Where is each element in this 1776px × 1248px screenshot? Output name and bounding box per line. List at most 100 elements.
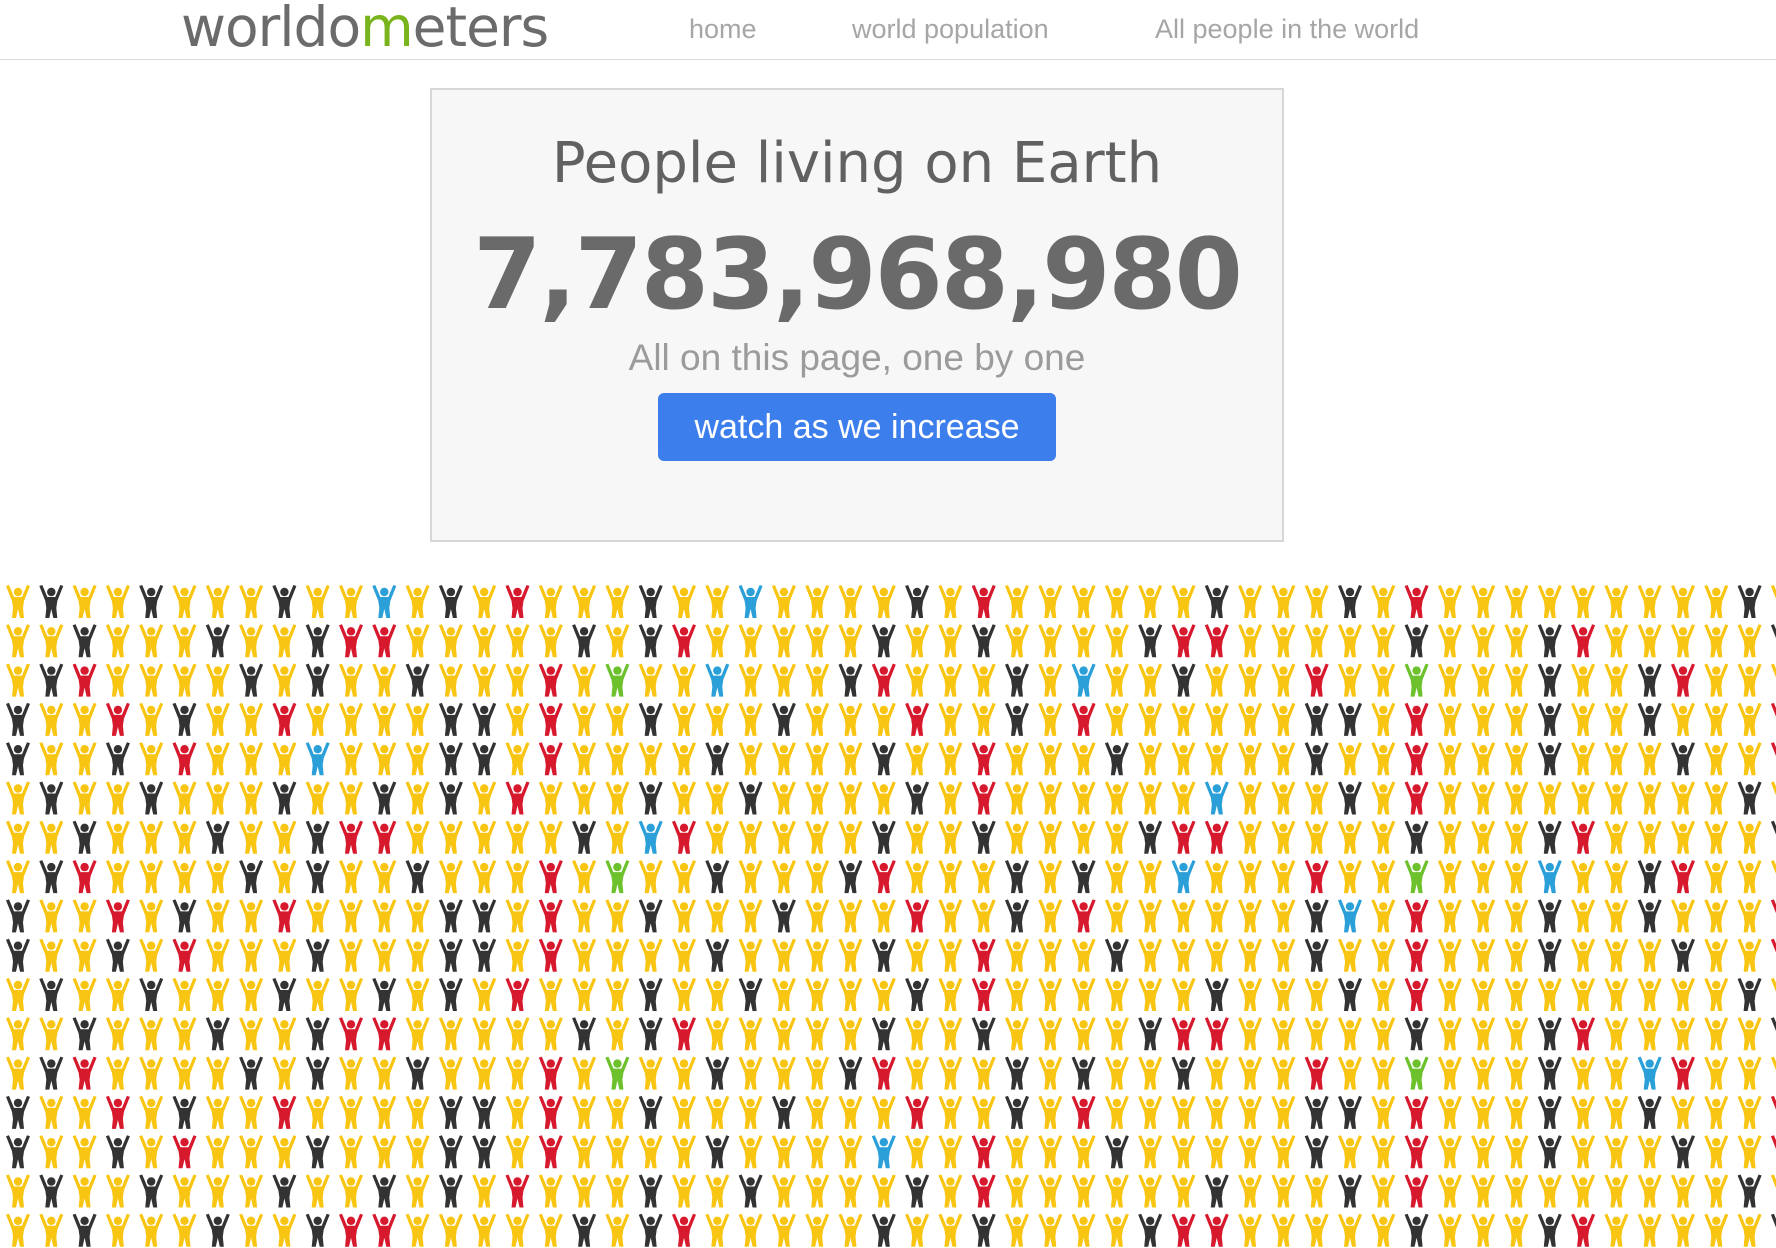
person-arms-raised-icon [1471, 1095, 1496, 1129]
person-arms-raised-icon [572, 1135, 597, 1169]
person-arms-raised-icon [1504, 663, 1529, 697]
person-arms-raised-icon [1104, 585, 1129, 618]
person-arms-raised-icon [1071, 624, 1096, 658]
nav-home-link[interactable]: home [689, 13, 757, 45]
person-arms-raised-icon [1404, 938, 1429, 972]
person-arms-raised-icon [1338, 781, 1362, 815]
person-arms-raised-icon [1704, 1017, 1729, 1051]
person-arms-raised-icon [6, 1056, 30, 1090]
person-arms-raised-icon [1504, 820, 1529, 854]
person-arms-raised-icon [1471, 742, 1496, 776]
person-arms-raised-icon [1571, 1095, 1596, 1129]
person-arms-raised-icon [1238, 585, 1263, 618]
person-arms-raised-icon [1537, 1135, 1562, 1169]
person-arms-raised-icon [705, 1095, 730, 1129]
person-arms-raised-icon [139, 1095, 164, 1129]
person-arms-raised-icon [105, 624, 130, 658]
person-arms-raised-icon [1437, 624, 1462, 658]
person-arms-raised-icon [1671, 1056, 1695, 1090]
person-arms-raised-icon [1504, 978, 1529, 1011]
person-arms-raised-icon [971, 1056, 996, 1090]
person-arms-raised-icon [1238, 1017, 1263, 1051]
person-arms-raised-icon [738, 1213, 763, 1247]
person-arms-raised-icon [971, 899, 996, 933]
person-arms-raised-icon [1437, 1017, 1462, 1051]
worldometers-logo[interactable]: worldometers [181, 0, 550, 62]
person-arms-raised-icon [1271, 1135, 1296, 1169]
person-arms-raised-icon [6, 702, 30, 736]
person-arms-raised-icon [272, 702, 297, 736]
person-arms-raised-icon [205, 585, 230, 618]
person-arms-raised-icon [1138, 1095, 1163, 1129]
person-arms-raised-icon [272, 1213, 297, 1247]
person-arms-raised-icon [39, 938, 64, 972]
person-arms-raised-icon [6, 624, 30, 658]
person-arms-raised-icon [1304, 742, 1329, 776]
person-arms-raised-icon [272, 1095, 297, 1129]
watch-increase-button[interactable]: watch as we increase [658, 393, 1056, 461]
person-arms-raised-icon [938, 938, 963, 972]
person-arms-raised-icon [1571, 938, 1596, 972]
person-arms-raised-icon [771, 1056, 796, 1090]
person-arms-raised-icon [139, 938, 164, 972]
person-arms-raised-icon [805, 702, 830, 736]
person-arms-raised-icon [1104, 781, 1129, 815]
person-arms-raised-icon [272, 663, 297, 697]
person-arms-raised-icon [538, 742, 563, 776]
person-arms-raised-icon [6, 742, 30, 776]
person-arms-raised-icon [905, 820, 930, 854]
person-arms-raised-icon [72, 938, 97, 972]
person-arms-raised-icon [938, 742, 963, 776]
person-arms-raised-icon [838, 860, 863, 894]
person-arms-raised-icon [1604, 938, 1629, 972]
person-arms-raised-icon [1338, 938, 1362, 972]
person-arms-raised-icon [1437, 938, 1462, 972]
person-arms-raised-icon [1737, 1056, 1762, 1090]
person-arms-raised-icon [505, 938, 530, 972]
person-arms-raised-icon [438, 1213, 463, 1247]
person-arms-raised-icon [372, 1213, 397, 1247]
person-arms-raised-icon [1537, 624, 1562, 658]
person-arms-raised-icon [672, 1135, 696, 1169]
person-arms-raised-icon [405, 702, 430, 736]
person-arms-raised-icon [538, 624, 563, 658]
person-arms-raised-icon [239, 624, 264, 658]
nav-world-population-link[interactable]: world population [852, 13, 1049, 45]
person-arms-raised-icon [1204, 899, 1229, 933]
person-arms-raised-icon [1005, 899, 1029, 933]
person-arms-raised-icon [638, 663, 663, 697]
person-arms-raised-icon [1071, 860, 1096, 894]
person-arms-raised-icon [605, 1095, 630, 1129]
person-arms-raised-icon [1737, 978, 1762, 1011]
person-arms-raised-icon [39, 1095, 64, 1129]
person-arms-raised-icon [1138, 702, 1163, 736]
nav-all-people-link[interactable]: All people in the world [1155, 13, 1419, 45]
person-arms-raised-icon [39, 860, 64, 894]
person-arms-raised-icon [771, 663, 796, 697]
person-arms-raised-icon [771, 702, 796, 736]
person-arms-raised-icon [1504, 1017, 1529, 1051]
person-arms-raised-icon [672, 1174, 696, 1208]
person-arms-raised-icon [905, 978, 930, 1011]
person-arms-raised-icon [1437, 1213, 1462, 1247]
person-arms-raised-icon [1704, 820, 1729, 854]
person-arms-raised-icon [1404, 1017, 1429, 1051]
person-arms-raised-icon [1404, 1056, 1429, 1090]
person-arms-raised-icon [1637, 860, 1662, 894]
person-arms-raised-icon [1471, 938, 1496, 972]
person-arms-raised-icon [472, 820, 497, 854]
person-arms-raised-icon [1371, 663, 1396, 697]
person-arms-raised-icon [1005, 663, 1029, 697]
person-arms-raised-icon [1371, 1017, 1396, 1051]
person-arms-raised-icon [1338, 624, 1362, 658]
person-arms-raised-icon [1404, 978, 1429, 1011]
person-arms-raised-icon [472, 860, 497, 894]
person-arms-raised-icon [1338, 1017, 1362, 1051]
person-arms-raised-icon [505, 1174, 530, 1208]
person-arms-raised-icon [305, 624, 330, 658]
person-arms-raised-icon [838, 663, 863, 697]
person-arms-raised-icon [1104, 938, 1129, 972]
person-arms-raised-icon [339, 702, 363, 736]
logo-text-end: eters [412, 0, 550, 59]
person-arms-raised-icon [1338, 702, 1362, 736]
